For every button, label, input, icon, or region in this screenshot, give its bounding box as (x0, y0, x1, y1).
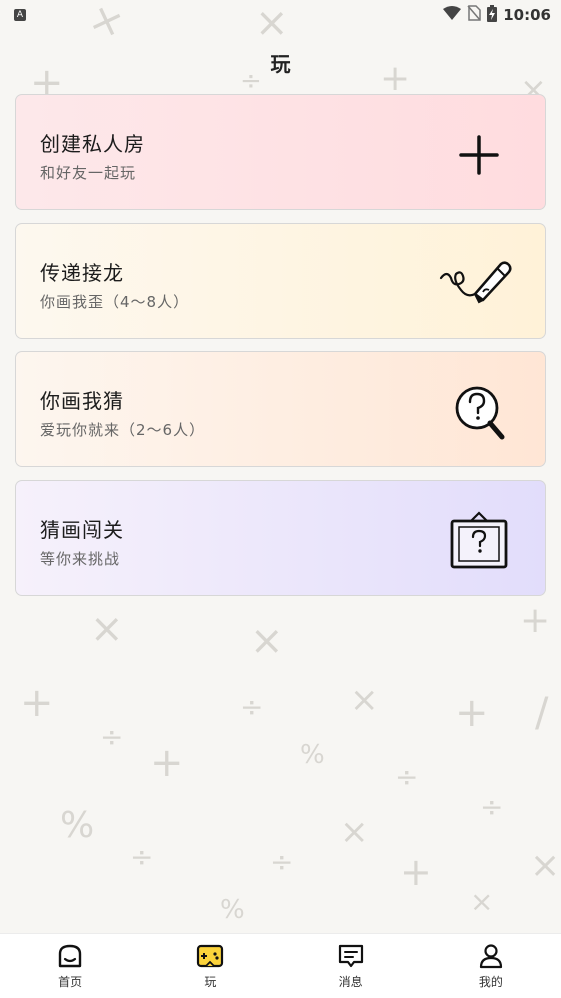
no-sim-icon (467, 5, 481, 25)
relay-drawing-card[interactable]: 传递接龙 你画我歪（4～8人） (15, 223, 546, 339)
bottom-nav: 首页 玩 消息 我的 (0, 933, 561, 998)
wifi-icon (443, 6, 462, 24)
card-title: 猜画闯关 (40, 518, 124, 542)
gamepad-icon (196, 942, 224, 970)
picture-frame-question-icon (449, 509, 509, 571)
notification-icon: A (14, 9, 26, 21)
card-subtitle: 爱玩你就来（2～6人） (40, 421, 206, 439)
create-private-room-card[interactable]: 创建私人房 和好友一起玩 (15, 94, 546, 210)
nav-label: 我的 (478, 975, 503, 989)
user-icon (477, 942, 505, 970)
nav-home[interactable]: 首页 (25, 942, 115, 990)
nav-label: 首页 (58, 975, 83, 989)
pencil-icon (439, 256, 515, 312)
draw-and-guess-card[interactable]: 你画我猜 爱玩你就来（2～6人） (15, 351, 546, 467)
status-time: 10:06 (503, 6, 551, 24)
guess-drawing-challenge-card[interactable]: 猜画闯关 等你来挑战 (15, 480, 546, 596)
card-subtitle: 和好友一起玩 (40, 164, 137, 182)
page-title: 玩 (270, 52, 291, 76)
nav-label: 玩 (204, 975, 217, 989)
status-bar: A 10:06 (0, 0, 561, 30)
battery-charging-icon (487, 4, 498, 26)
card-title: 创建私人房 (40, 132, 145, 156)
magnifier-question-icon (449, 384, 509, 440)
card-subtitle: 等你来挑战 (40, 550, 121, 568)
card-subtitle: 你画我歪（4～8人） (40, 293, 190, 311)
nav-play[interactable]: 玩 (165, 942, 255, 990)
nav-profile[interactable]: 我的 (446, 942, 536, 990)
home-icon (56, 942, 84, 970)
message-icon (337, 942, 365, 970)
nav-messages[interactable]: 消息 (306, 942, 396, 990)
plus-icon (449, 127, 509, 183)
card-title: 传递接龙 (40, 261, 124, 285)
nav-label: 消息 (338, 975, 363, 989)
card-title: 你画我猜 (40, 389, 124, 413)
